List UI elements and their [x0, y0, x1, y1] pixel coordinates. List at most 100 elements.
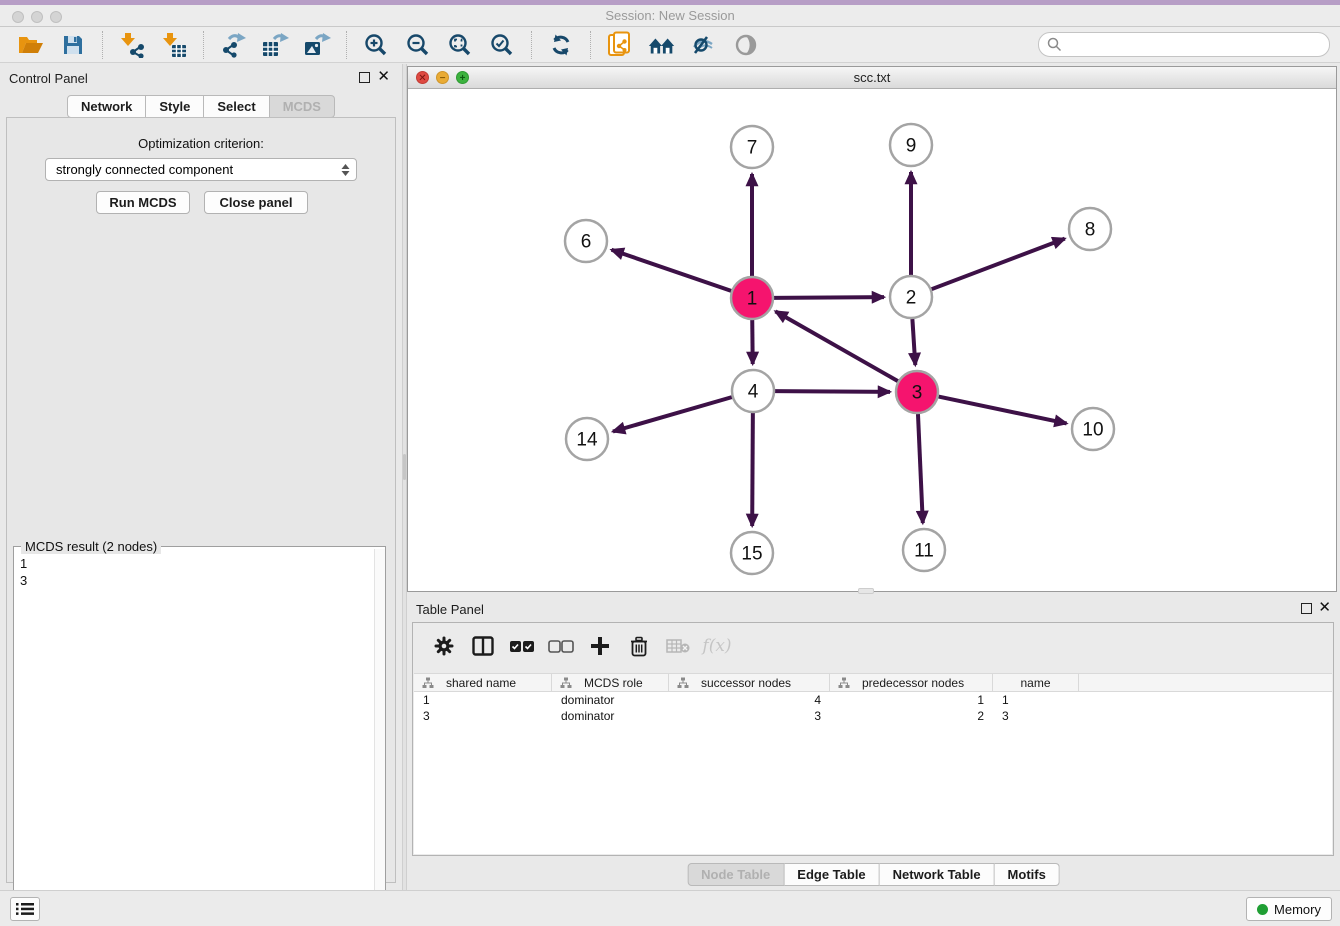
column-header-successor-nodes[interactable]: successor nodes: [669, 674, 830, 691]
table-panel-tabs: Node Table Edge Table Network Table Moti…: [687, 863, 1060, 886]
zoom-in-icon[interactable]: [361, 30, 391, 60]
open-session-icon[interactable]: [16, 30, 46, 60]
column-header-mcds-role[interactable]: MCDS role: [552, 674, 669, 691]
network-maximize-icon[interactable]: +: [456, 71, 469, 84]
tab-motifs[interactable]: Motifs: [995, 863, 1060, 886]
network-window-titlebar[interactable]: ✕ − + scc.txt: [408, 67, 1336, 89]
hide-selected-eye-icon[interactable]: [689, 30, 719, 60]
settings-gear-icon[interactable]: [431, 633, 457, 659]
tab-style[interactable]: Style: [146, 95, 204, 118]
svg-text:3: 3: [912, 383, 923, 404]
cell-successor-nodes[interactable]: 3: [669, 708, 830, 724]
search-input[interactable]: [1062, 35, 1329, 55]
show-all-eye-icon[interactable]: [731, 30, 761, 60]
graph-node-15[interactable]: 15: [731, 532, 773, 574]
control-panel-header: Control Panel ✕: [0, 64, 402, 92]
cell-predecessor-nodes[interactable]: 1: [830, 692, 993, 708]
svg-text:7: 7: [747, 138, 758, 159]
graph-node-3[interactable]: 3: [896, 371, 938, 413]
refresh-layout-icon[interactable]: [546, 30, 576, 60]
export-network-icon[interactable]: [218, 30, 248, 60]
graph-node-1[interactable]: 1: [731, 277, 773, 319]
cell-shared-name[interactable]: 1: [414, 692, 552, 708]
graph-node-6[interactable]: 6: [565, 220, 607, 262]
column-header-name[interactable]: name: [993, 674, 1079, 691]
graph-node-7[interactable]: 7: [731, 126, 773, 168]
splitter-handle[interactable]: [403, 454, 406, 480]
graph-edge-4-15[interactable]: [752, 413, 753, 526]
graph-edge-2-8[interactable]: [932, 239, 1065, 290]
task-history-button[interactable]: [10, 897, 40, 921]
tab-network-table[interactable]: Network Table: [880, 863, 995, 886]
home-icon[interactable]: [647, 30, 677, 60]
deselect-all-icon[interactable]: [548, 633, 574, 659]
minimize-window-button[interactable]: [31, 11, 43, 23]
graph-edge-3-11[interactable]: [918, 414, 923, 523]
tab-mcds[interactable]: MCDS: [270, 95, 335, 118]
import-network-icon[interactable]: [117, 30, 147, 60]
zoom-fit-icon[interactable]: [445, 30, 475, 60]
network-graph[interactable]: 7 9 6 8 1 2 4 3 14 10 15 11: [408, 89, 1336, 591]
cell-predecessor-nodes[interactable]: 2: [830, 708, 993, 724]
delete-row-trash-icon[interactable]: [626, 633, 652, 659]
cell-name[interactable]: 1: [993, 692, 1079, 708]
zoom-selected-icon[interactable]: [487, 30, 517, 60]
table-panel-title: Table Panel: [416, 602, 484, 617]
import-table-icon[interactable]: [159, 30, 189, 60]
search-field[interactable]: [1038, 32, 1330, 57]
export-image-icon[interactable]: [302, 30, 332, 60]
tab-edge-table[interactable]: Edge Table: [784, 863, 879, 886]
optimization-criterion-dropdown[interactable]: strongly connected component: [45, 158, 357, 181]
mcds-panel-body: Optimization criterion: strongly connect…: [6, 117, 396, 883]
save-session-icon[interactable]: [58, 30, 88, 60]
graph-node-4[interactable]: 4: [732, 370, 774, 412]
result-scrollbar[interactable]: [374, 549, 385, 922]
column-header-shared-name[interactable]: shared name: [414, 674, 552, 691]
graph-node-10[interactable]: 10: [1072, 408, 1114, 450]
column-header-predecessor-nodes[interactable]: predecessor nodes: [830, 674, 993, 691]
close-panel-button[interactable]: Close panel: [204, 191, 308, 214]
graph-edge-3-10[interactable]: [939, 397, 1067, 424]
cell-shared-name[interactable]: 3: [414, 708, 552, 724]
svg-text:2: 2: [906, 288, 917, 309]
table-row[interactable]: 3 dominator 3 2 3: [414, 708, 1332, 724]
graph-edge-2-3[interactable]: [912, 319, 915, 365]
float-table-panel-icon[interactable]: [1301, 603, 1312, 614]
horizontal-splitter-handle[interactable]: [858, 588, 874, 594]
graph-node-14[interactable]: 14: [566, 418, 608, 460]
float-panel-icon[interactable]: [359, 72, 370, 83]
table-header-row: shared name MCDS role successor nodes pr…: [414, 673, 1332, 692]
cell-mcds-role[interactable]: dominator: [552, 692, 669, 708]
cell-successor-nodes[interactable]: 4: [669, 692, 830, 708]
maximize-window-button[interactable]: [50, 11, 62, 23]
add-row-icon[interactable]: [587, 633, 613, 659]
tab-select[interactable]: Select: [204, 95, 269, 118]
close-panel-icon[interactable]: ✕: [377, 68, 390, 86]
graph-node-11[interactable]: 11: [903, 529, 945, 571]
graph-node-9[interactable]: 9: [890, 124, 932, 166]
graph-edge-1-6[interactable]: [612, 250, 732, 291]
network-close-icon[interactable]: ✕: [416, 71, 429, 84]
cell-name[interactable]: 3: [993, 708, 1079, 724]
close-window-button[interactable]: [12, 11, 24, 23]
graph-node-2[interactable]: 2: [890, 276, 932, 318]
split-columns-icon[interactable]: [470, 633, 496, 659]
close-table-panel-icon[interactable]: ✕: [1318, 599, 1331, 617]
memory-button[interactable]: Memory: [1246, 897, 1332, 921]
network-canvas[interactable]: 7 9 6 8 1 2 4 3 14 10 15 11: [408, 89, 1336, 591]
export-table-icon[interactable]: [260, 30, 290, 60]
graph-edge-4-14[interactable]: [613, 397, 732, 431]
run-mcds-button[interactable]: Run MCDS: [96, 191, 190, 214]
zoom-out-icon[interactable]: [403, 30, 433, 60]
cell-mcds-role[interactable]: dominator: [552, 708, 669, 724]
table-row[interactable]: 1 dominator 4 1 1: [414, 692, 1332, 708]
graph-edge-4-3[interactable]: [775, 391, 890, 392]
network-minimize-icon[interactable]: −: [436, 71, 449, 84]
graph-edge-1-2[interactable]: [774, 297, 884, 298]
tab-node-table[interactable]: Node Table: [687, 863, 784, 886]
clone-network-icon[interactable]: [605, 30, 635, 60]
select-all-icon[interactable]: [509, 633, 535, 659]
tab-network[interactable]: Network: [67, 95, 146, 118]
graph-node-8[interactable]: 8: [1069, 208, 1111, 250]
graph-edge-3-1[interactable]: [775, 311, 897, 381]
